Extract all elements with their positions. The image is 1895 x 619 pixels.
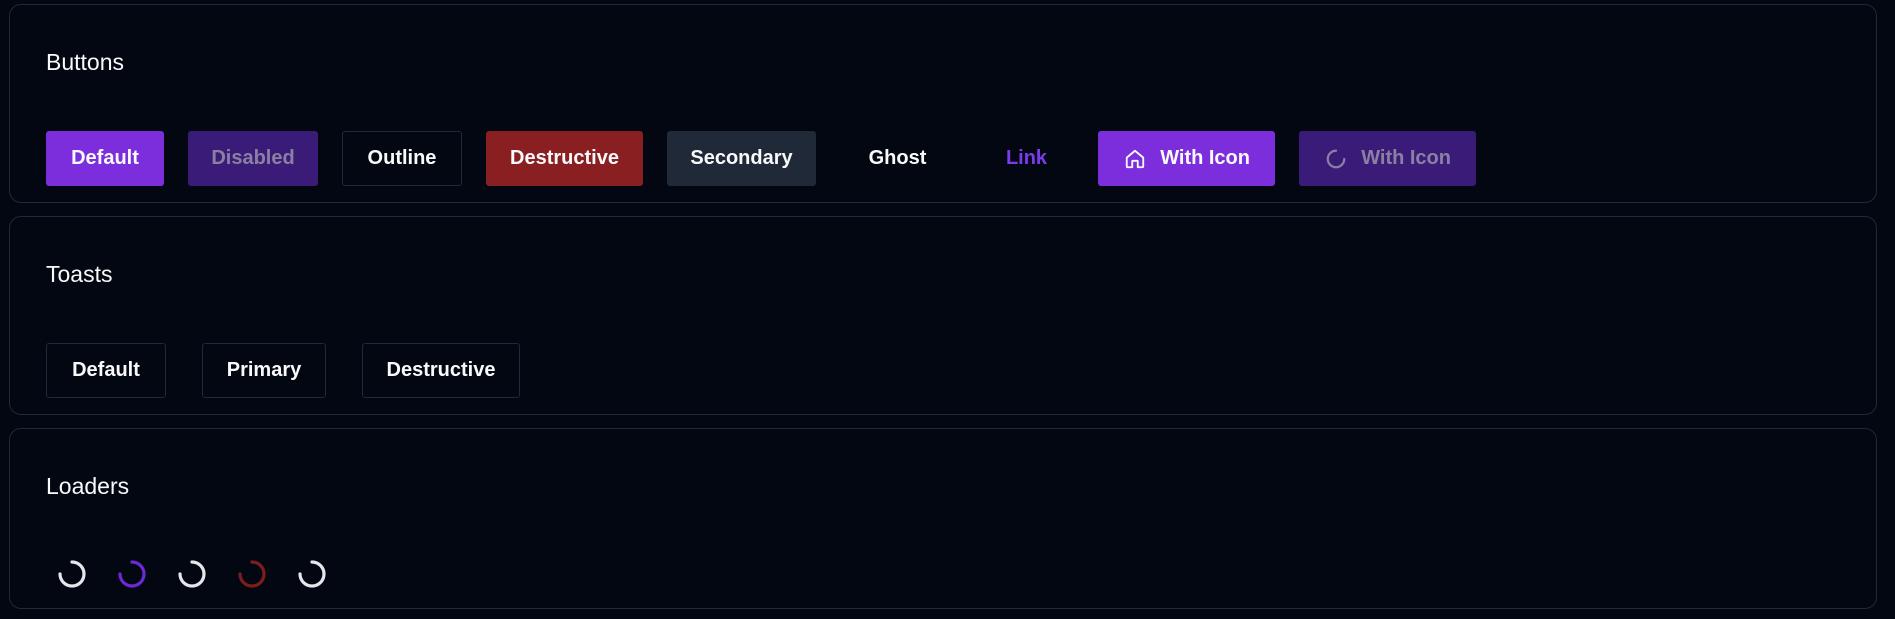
with-icon-loading-button[interactable]: With Icon	[1299, 131, 1476, 186]
secondary-button[interactable]: Secondary	[667, 131, 816, 186]
home-icon	[1123, 147, 1146, 171]
toasts-row: Default Primary Destructive	[46, 343, 556, 398]
buttons-card: Buttons Default Disabled Outline Destruc…	[9, 4, 1877, 203]
default-button[interactable]: Default	[46, 131, 164, 186]
loaders-card: Loaders	[9, 428, 1877, 609]
disabled-button[interactable]: Disabled	[188, 131, 318, 186]
loader-primary-icon	[116, 558, 148, 590]
toasts-card: Toasts Default Primary Destructive	[9, 216, 1877, 415]
loader-secondary-icon	[176, 558, 208, 590]
destructive-button[interactable]: Destructive	[486, 131, 643, 186]
link-button[interactable]: Link	[979, 131, 1074, 186]
loader-default-icon	[56, 558, 88, 590]
toasts-section-title: Toasts	[46, 261, 113, 287]
spinner-icon	[1324, 147, 1347, 171]
toast-primary-button[interactable]: Primary	[202, 343, 326, 398]
toast-destructive-button[interactable]: Destructive	[362, 343, 520, 398]
with-icon-loading-label: With Icon	[1361, 147, 1451, 169]
ghost-button[interactable]: Ghost	[840, 131, 955, 186]
toast-default-button[interactable]: Default	[46, 343, 166, 398]
loaders-row	[56, 558, 356, 590]
buttons-row: Default Disabled Outline Destructive Sec…	[46, 131, 1500, 186]
outline-button[interactable]: Outline	[342, 131, 462, 186]
buttons-section-title: Buttons	[46, 49, 124, 75]
loader-muted-icon	[296, 558, 328, 590]
with-icon-label: With Icon	[1160, 147, 1250, 169]
loaders-section-title: Loaders	[46, 473, 130, 499]
loader-destructive-icon	[236, 558, 268, 590]
with-icon-button[interactable]: With Icon	[1098, 131, 1275, 186]
